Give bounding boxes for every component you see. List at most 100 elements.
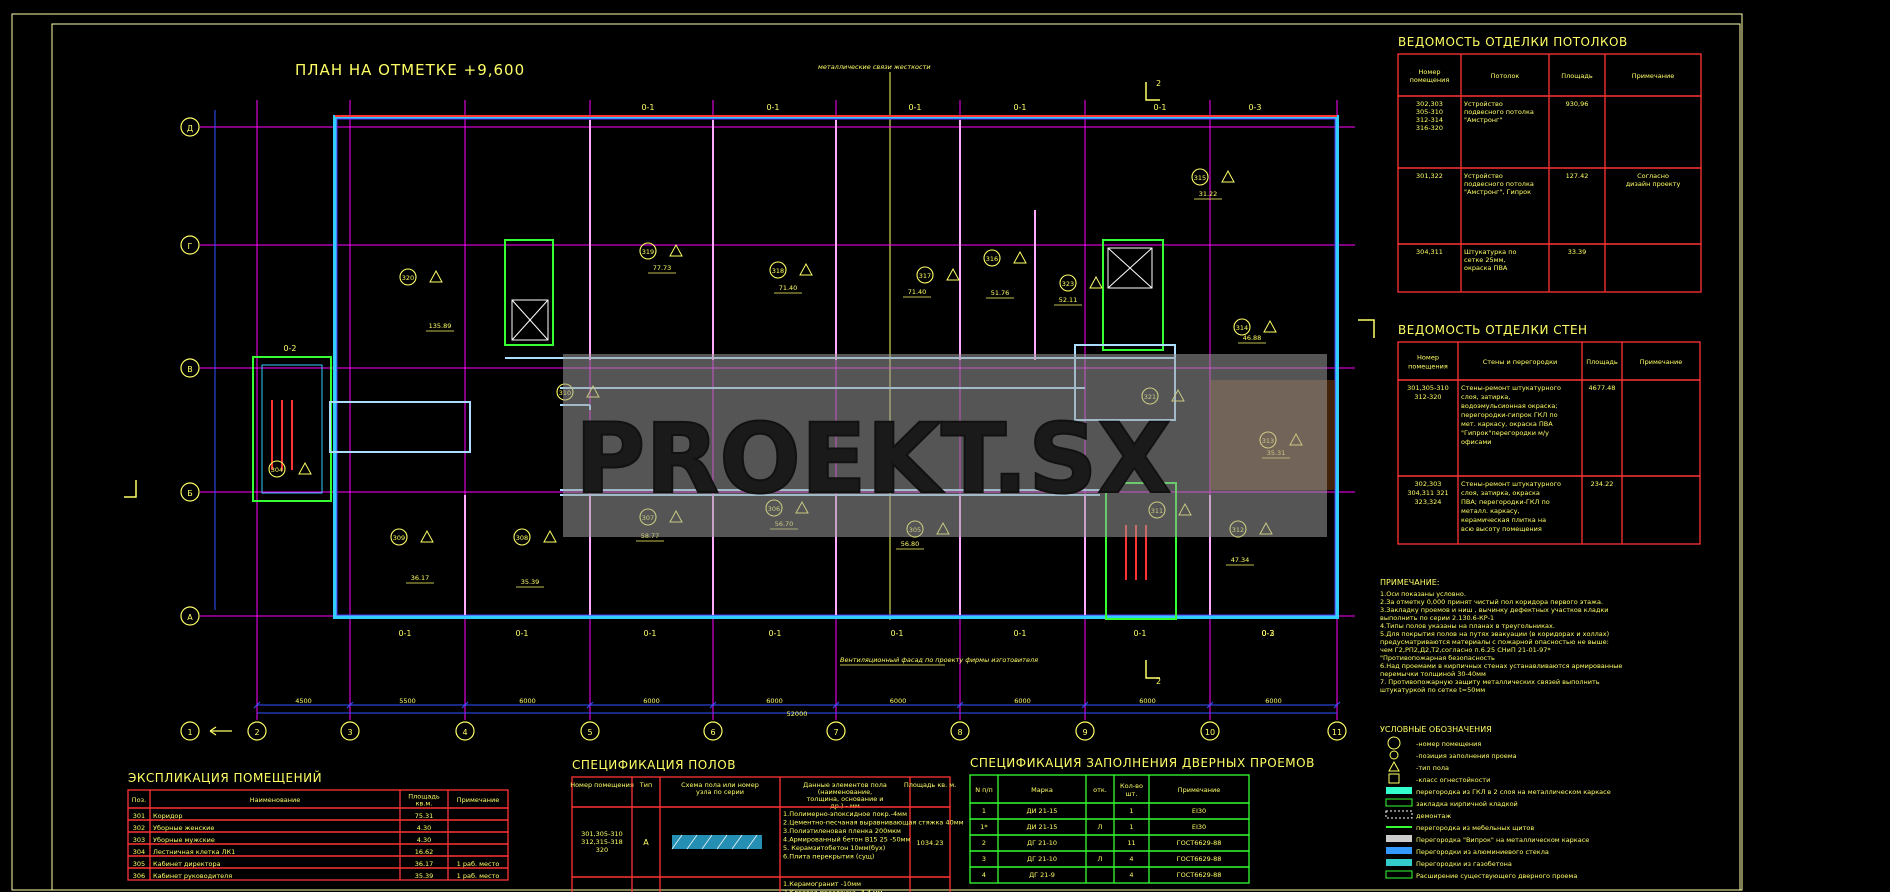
room-tag-317: 317 71.40	[903, 266, 960, 298]
room-tag-304: 304	[268, 460, 312, 478]
legend-label: демонтаж	[1416, 812, 1451, 820]
table-title: ВЕДОМОСТЬ ОТДЕЛКИ СТЕН	[1398, 323, 1588, 337]
table-row: 304 Лестничная клетка ЛК1 16.62	[127, 843, 509, 857]
row-axis-label: А	[187, 613, 193, 622]
table-cell: Л	[1098, 855, 1103, 863]
room-area: 36.17	[411, 574, 430, 582]
col-axis-3: 4	[455, 721, 475, 741]
table-row: 303 Уборные мужские 4.30	[127, 831, 509, 845]
dim-value: 4500	[295, 697, 312, 705]
table-cell: 305	[133, 860, 145, 868]
brick-infill-icon	[1385, 798, 1413, 807]
floor-type-icon	[429, 269, 443, 283]
room-area: 77.73	[653, 264, 672, 272]
table-cell: Стены-ремонт штукатурного слоя, затирка, …	[1461, 480, 1561, 533]
table-cell: Согласно дизайн проекту	[1626, 172, 1681, 188]
table-cell: 304	[133, 848, 145, 856]
row-axis-1: Г	[180, 235, 200, 255]
table-title: СПЕЦИФИКАЦИЯ ЗАПОЛНЕНИЯ ДВЕРНЫХ ПРОЕМОВ	[970, 756, 1315, 770]
svg-text:2: 2	[1156, 677, 1161, 686]
floor-type-icon	[543, 529, 557, 543]
legend-item: Перегородки из алюминиевого стекла	[1386, 847, 1549, 856]
col-axis-8: 9	[1075, 721, 1095, 741]
lift-shaft-right	[1102, 239, 1164, 351]
wall-tag-top: 0-1	[1013, 103, 1026, 112]
wall-tag-bottom: 0-1	[398, 629, 411, 638]
table-row: 1* ДИ 21-15 Л 1 EI30	[969, 818, 1250, 836]
col-axis-label: 7	[833, 728, 838, 737]
table-cell: Штукатурка по сетке 25мм, окраска ПВА	[1464, 248, 1516, 272]
floor-type-icon	[669, 243, 683, 257]
col-axis-label: 9	[1082, 728, 1087, 737]
note-line: 5.Для покрытия полов на путях эвакуации …	[1380, 630, 1609, 646]
room-area: 135.89	[429, 322, 452, 330]
row-axis-3: Б	[180, 482, 200, 502]
dim-value: 5500	[399, 697, 416, 705]
room-number: 319	[642, 248, 654, 256]
table-cell: ГОСТ6629-88	[1177, 871, 1222, 879]
room-number: 308	[516, 534, 528, 542]
table-cell: 33.39	[1568, 248, 1587, 256]
legend-item: перегородка из мебельных щитов	[1386, 824, 1534, 832]
table-cell: 11	[1127, 839, 1135, 847]
door-spec-table: СПЕЦИФИКАЦИЯ ЗАПОЛНЕНИЯ ДВЕРНЫХ ПРОЕМОВ N…	[969, 756, 1315, 884]
table-cell: Л	[1098, 823, 1103, 831]
legend-label: закладка кирпичной кладкой	[1416, 800, 1518, 808]
table-cell: 1 раб. место	[457, 872, 500, 880]
room-area: 35.39	[521, 578, 540, 586]
wall-tag-top: 0-1	[1153, 103, 1166, 112]
table-row: 301,322 Устройство подвесного потолка "Амст…	[1397, 167, 1702, 245]
table-cell: 4.30	[417, 824, 431, 832]
header-cell: отк.	[1093, 786, 1107, 794]
wall-tag-bottom: 0-1	[643, 629, 656, 638]
table-cell: 127.42	[1566, 172, 1589, 180]
floor-layer: 6.Плита перекрытия (сущ)	[783, 853, 874, 861]
notes-title: ПРИМЕЧАНИЕ:	[1380, 578, 1440, 587]
table-cell: Устройство подвесного потолка "Амстронг", …	[1464, 172, 1534, 196]
dim-value: 6000	[643, 697, 660, 705]
floor-type-icon	[1263, 319, 1277, 333]
table-row: 306 Кабинет руководителя 35.39 1 раб. место	[127, 867, 509, 881]
room-area: 46.88	[1243, 334, 1262, 342]
table-cell: 35.39	[415, 872, 434, 880]
table-cell: EI30	[1192, 823, 1206, 831]
floor-type-icon	[1388, 760, 1400, 772]
note-line: 3.Закладку проемов и ниш , вычинку дефек…	[1380, 606, 1609, 622]
table-cell: 4.30	[417, 836, 431, 844]
wall-finish-table: ВЕДОМОСТЬ ОТДЕЛКИ СТЕН Номер помещения Стен…	[1397, 323, 1701, 545]
table-cell: Коридор	[153, 812, 183, 820]
header-cell: Потолок	[1491, 72, 1520, 80]
floor-layer: 4.Армированный бетон В15 25 -50мм	[783, 836, 910, 844]
table-cell: 1	[982, 807, 986, 815]
vent-note: Вентиляционный фасад по проекту фирмы из…	[840, 656, 1038, 664]
header-cell: Наименование	[250, 796, 301, 804]
table-cell: Кабинет руководителя	[153, 872, 232, 880]
wall-tag-bottom: 0-1	[890, 629, 903, 638]
table-cell: 2	[982, 839, 986, 847]
wall-tag-top: 0-1	[641, 103, 654, 112]
col-axis-label: 1	[187, 728, 192, 737]
room-number: 318	[772, 267, 784, 275]
floor-layer: 2.Цементно-песчаная выравнивающая стяжка…	[783, 819, 964, 827]
room-tag-316: 316 51.76	[983, 249, 1027, 299]
col-axis-1: 2	[247, 721, 267, 741]
fire-class-icon	[1388, 773, 1400, 784]
note-line: 1.Оси показаны условно.	[1380, 590, 1466, 598]
room-tag-309: 309 36.17	[390, 528, 434, 584]
table-row: 301 Коридор 75.31	[127, 807, 509, 821]
room-explication-table: ЭКСПЛИКАЦИЯ ПОМЕЩЕНИЙ Поз. Наименование Пло…	[127, 770, 509, 881]
header-cell: Номер помещения	[570, 781, 634, 789]
table-row: 305 Кабинет директора 36.17 1 раб. место	[127, 855, 509, 869]
table-cell: 75.31	[415, 812, 434, 820]
legend-label: -позиция заполнения проема	[1416, 752, 1517, 760]
header-cell: Примечание	[1178, 786, 1220, 794]
table-header: Номер помещения Тип Схема пола или номер уз…	[570, 776, 956, 810]
dim-total: 52000	[787, 710, 808, 718]
floor-layer: 2.Клеевая прослойка -3.3 мм	[783, 889, 883, 892]
table-cell: ДГ 21-10	[1027, 855, 1057, 863]
drawing-sheet: ПЛАН НА ОТМЕТКЕ +9,600 металлические свя…	[11, 13, 1743, 892]
header-cell: Данные элементов пола (наименование, толщи…	[803, 781, 887, 810]
header-cell: Примечание	[1632, 72, 1674, 80]
col-axis-9: 10	[1200, 721, 1220, 741]
col-axis-4: 5	[580, 721, 600, 741]
